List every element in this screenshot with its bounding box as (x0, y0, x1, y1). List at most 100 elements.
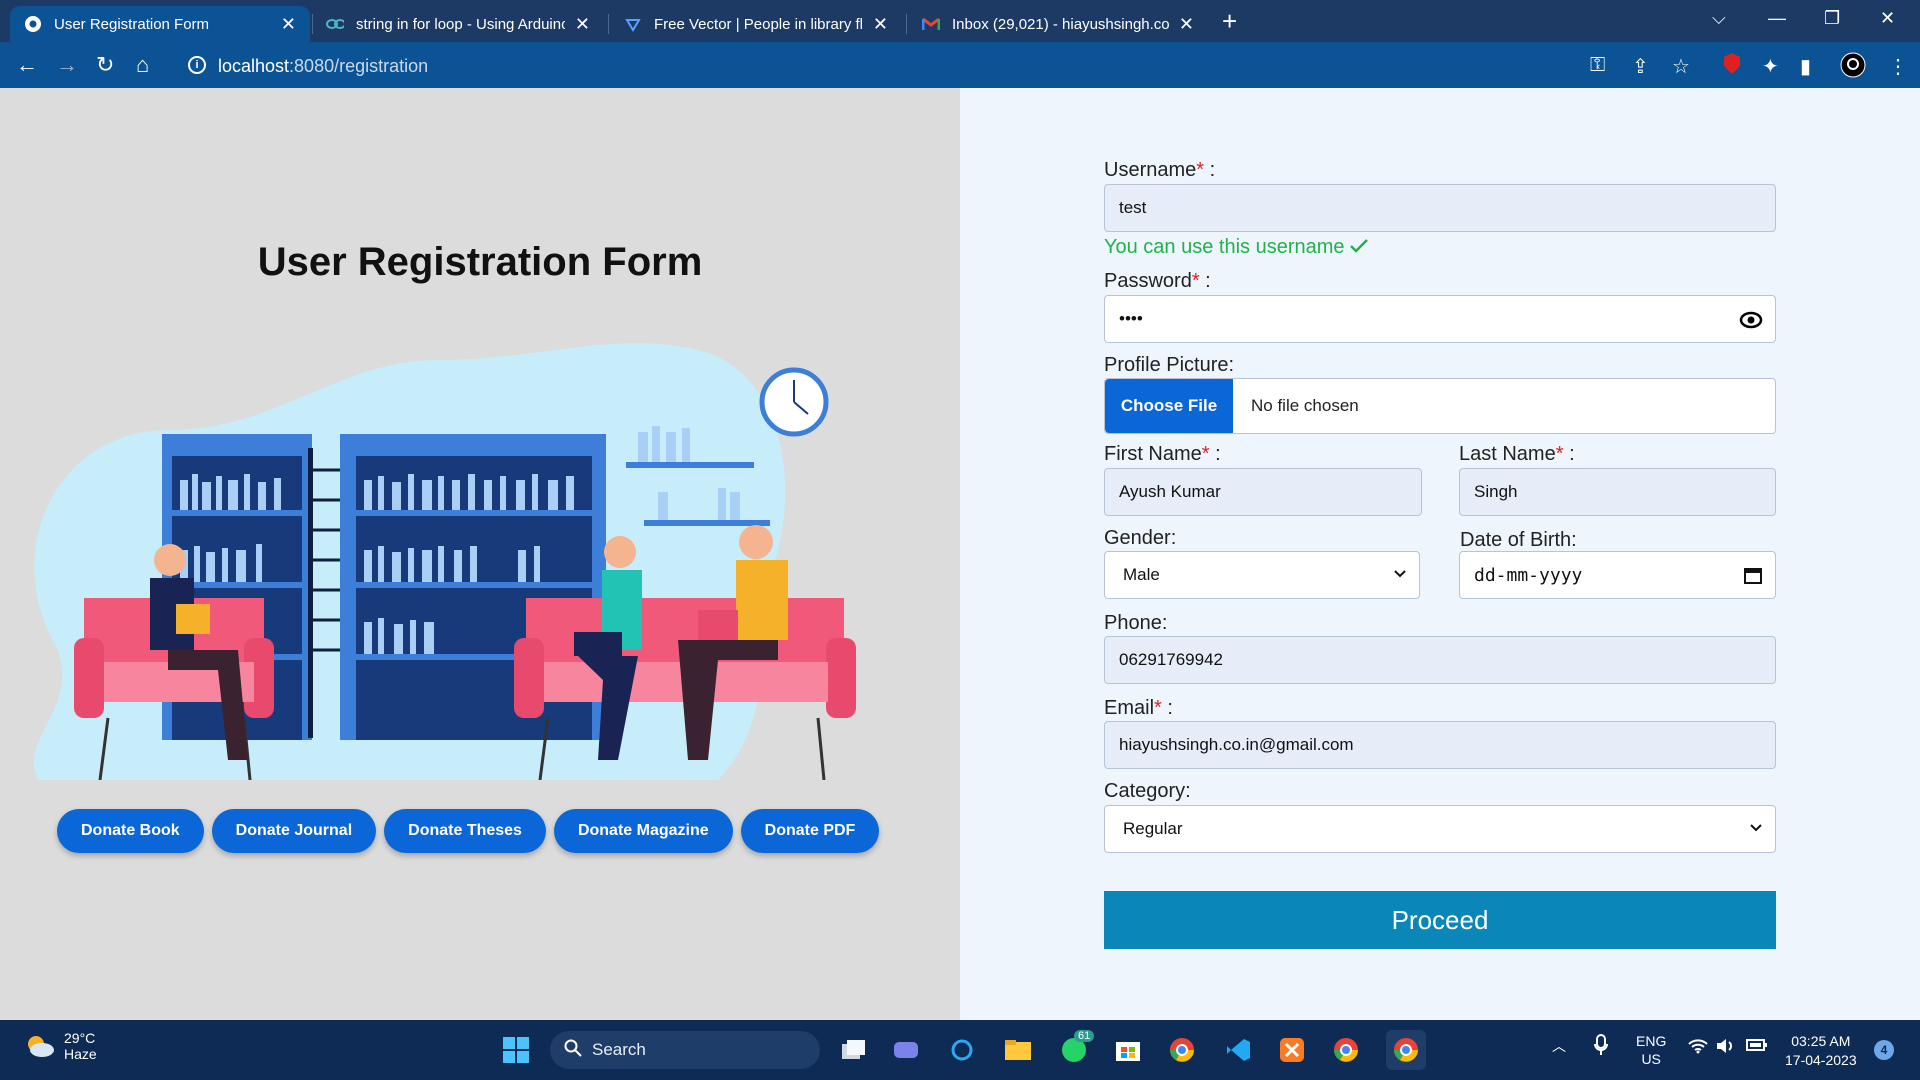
donate-theses-button[interactable]: Donate Theses (384, 809, 546, 853)
extensions-puzzle-icon[interactable]: ✦ (1762, 54, 1779, 79)
temperature: 29°C (64, 1030, 96, 1046)
profile-avatar-icon[interactable] (1840, 52, 1866, 84)
weather-condition: Haze (64, 1046, 97, 1062)
haze-weather-icon (28, 1036, 54, 1057)
reload-icon[interactable]: ↻ (96, 52, 114, 78)
username-available-message: You can use this username (1104, 236, 1368, 259)
dob-input[interactable]: dd-mm-yyyy (1459, 551, 1776, 599)
checkmark-icon (1350, 239, 1368, 253)
url-host: localhost (218, 55, 290, 76)
wifi-icon[interactable] (1688, 1038, 1708, 1057)
donate-magazine-button[interactable]: Donate Magazine (553, 809, 733, 853)
tab-gmail[interactable]: Inbox (29,021) - hiayushsingh.co.in ✕ (908, 6, 1208, 42)
language-indicator[interactable]: ENG US (1636, 1032, 1666, 1068)
task-view-icon[interactable] (838, 1034, 870, 1066)
teams-meet-icon[interactable] (890, 1034, 922, 1066)
side-panel-icon[interactable]: ▮ (1800, 54, 1811, 79)
category-select[interactable]: Regular (1104, 805, 1776, 853)
password-input[interactable]: •••• (1104, 295, 1776, 343)
chrome-icon[interactable] (1166, 1034, 1198, 1066)
chevron-down-icon (1393, 566, 1407, 582)
restore-icon[interactable]: ❐ (1824, 8, 1840, 29)
email-label: Email* : (1104, 697, 1173, 719)
close-tab-icon[interactable]: ✕ (575, 14, 590, 35)
weather-widget[interactable]: 29°C Haze (22, 1030, 97, 1062)
first-name-label: First Name* : (1104, 443, 1221, 465)
phone-input[interactable]: 06291769942 (1104, 636, 1776, 684)
forward-icon[interactable]: → (56, 52, 78, 78)
key-icon[interactable]: ⚿ (1590, 54, 1605, 77)
page: User Registration Form Donate Book Donat… (0, 88, 1920, 1020)
chrome-profile-icon[interactable] (1330, 1034, 1362, 1066)
left-panel: User Registration Form Donate Book Donat… (0, 88, 960, 1020)
gmail-icon (922, 15, 940, 33)
tab-title: User Registration Form (54, 15, 210, 33)
tab-user-registration[interactable]: User Registration Form ✕ (10, 6, 310, 42)
library-illustration (33, 343, 856, 780)
freepik-icon (624, 15, 642, 33)
home-icon[interactable]: ⌂ (136, 52, 149, 78)
calendar-icon[interactable] (1743, 565, 1763, 590)
last-name-input[interactable]: Singh (1459, 468, 1776, 516)
category-label: Category: (1104, 780, 1191, 802)
tab-arduino[interactable]: string in for loop - Using Arduino ✕ (312, 6, 604, 42)
password-label: Password* : (1104, 270, 1211, 292)
vscode-icon[interactable] (1222, 1034, 1254, 1066)
browser-tab-bar: User Registration Form ✕ string in for l… (0, 0, 1920, 42)
back-icon[interactable]: ← (16, 52, 38, 78)
username-label: Username* : (1104, 159, 1216, 181)
donate-pdf-button[interactable]: Donate PDF (740, 809, 880, 853)
tab-search-icon[interactable]: ⌵ (1712, 8, 1726, 29)
share-icon[interactable]: ⇪ (1632, 54, 1649, 79)
show-password-eye-icon[interactable] (1739, 308, 1763, 337)
email-input[interactable]: hiayushsingh.co.in@gmail.com (1104, 721, 1776, 769)
arduino-icon (326, 15, 344, 33)
extension-icon[interactable] (1722, 52, 1742, 82)
taskbar-search[interactable]: Search (550, 1031, 820, 1069)
close-tab-icon[interactable]: ✕ (281, 14, 296, 35)
page-title: User Registration Form (257, 240, 703, 284)
donate-journal-button[interactable]: Donate Journal (211, 809, 377, 853)
chrome-page-icon (24, 15, 42, 33)
first-name-input[interactable]: Ayush Kumar (1104, 468, 1422, 516)
close-tab-icon[interactable]: ✕ (1179, 14, 1194, 35)
xampp-icon[interactable] (1276, 1034, 1308, 1066)
donate-button-row: Donate Book Donate Journal Donate Theses… (57, 809, 880, 853)
close-tab-icon[interactable]: ✕ (873, 14, 888, 35)
tab-freepik[interactable]: Free Vector | People in library flat ✕ (610, 6, 902, 42)
close-window-icon[interactable]: ✕ (1880, 8, 1895, 29)
dob-label: Date of Birth: (1460, 529, 1577, 551)
url-path: :8080/registration (289, 55, 429, 76)
microsoft-store-icon[interactable] (1112, 1034, 1144, 1066)
gender-select[interactable]: Male (1104, 551, 1420, 599)
show-hidden-icons-chevron[interactable]: ︿ (1552, 1036, 1566, 1056)
whatsapp-badge: 61 (1074, 1030, 1095, 1042)
address-bar[interactable]: i localhost:8080/registration (176, 49, 1552, 83)
volume-icon[interactable] (1716, 1038, 1736, 1057)
file-status: No file chosen (1251, 396, 1359, 415)
menu-dots-icon[interactable]: ⋮ (1888, 54, 1908, 79)
notification-badge[interactable]: 4 (1874, 1040, 1894, 1060)
microphone-icon[interactable] (1594, 1034, 1608, 1059)
proceed-button[interactable]: Proceed (1104, 891, 1776, 949)
site-info-icon[interactable]: i (188, 56, 206, 74)
cortana-icon[interactable] (946, 1034, 978, 1066)
browser-toolbar: ← → ↻ ⌂ i localhost:8080/registration ⚿ … (0, 42, 1920, 88)
system-clock[interactable]: 03:25 AM 17-04-2023 (1785, 1032, 1857, 1070)
profile-picture-input[interactable]: Choose File No file chosen (1104, 378, 1776, 434)
battery-icon[interactable] (1746, 1038, 1768, 1055)
minimize-icon[interactable]: — (1768, 8, 1786, 29)
file-explorer-icon[interactable] (1002, 1034, 1034, 1066)
profile-picture-label: Profile Picture: (1104, 354, 1235, 376)
chrome-active-icon[interactable] (1386, 1030, 1426, 1070)
new-tab-button[interactable]: + (1222, 6, 1237, 37)
whatsapp-icon[interactable]: 61 (1058, 1030, 1095, 1066)
taskbar: 29°C Haze Search 61 ︿ ENG US 03:25 AM 17… (0, 1020, 1920, 1080)
username-input[interactable]: test (1104, 184, 1776, 232)
choose-file-button[interactable]: Choose File (1105, 379, 1233, 433)
bookmark-star-icon[interactable]: ☆ (1672, 54, 1690, 79)
tab-title: Inbox (29,021) - hiayushsingh.co.in (952, 15, 1169, 33)
donate-book-button[interactable]: Donate Book (57, 809, 204, 853)
chevron-down-icon (1749, 820, 1763, 836)
windows-start-icon[interactable] (500, 1034, 532, 1066)
